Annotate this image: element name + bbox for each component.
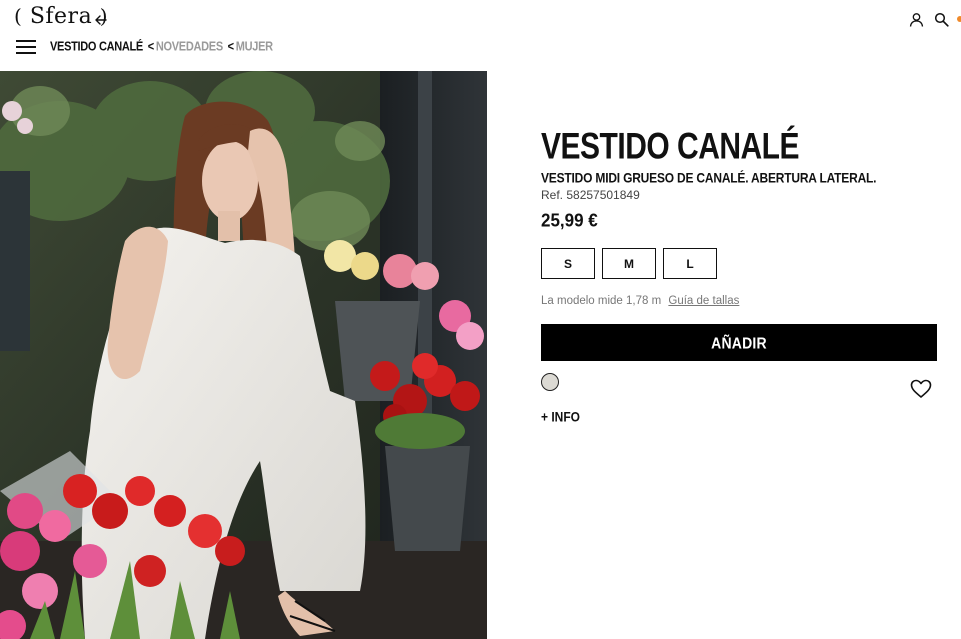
- model-height-note: La modelo mide 1,78 m: [541, 295, 662, 307]
- size-button-m[interactable]: M: [602, 248, 656, 279]
- menu-line: [16, 40, 36, 42]
- logo-text: Sfera: [29, 4, 93, 29]
- size-button-s[interactable]: S: [541, 248, 595, 279]
- product-title: VESTIDO CANALÉ: [541, 126, 800, 168]
- logo-paren-left: (: [14, 4, 23, 28]
- search-icon[interactable]: [934, 12, 949, 27]
- add-to-cart-label: AÑADIR: [711, 333, 767, 352]
- product-photo-illustration: [0, 71, 487, 639]
- model-info: La modelo mide 1,78 m Guía de tallas: [541, 295, 739, 307]
- back-arrow-icon[interactable]: [94, 13, 108, 27]
- size-selector: S M L: [541, 248, 717, 279]
- product-price: 25,99 €: [541, 210, 598, 231]
- breadcrumb-separator: <: [147, 40, 154, 54]
- site-header: ( Sfera ) VESTIDO CANALÉ < NOVEDADES < MUJ…: [0, 0, 961, 70]
- color-swatch[interactable]: [541, 373, 559, 391]
- user-icon[interactable]: [909, 12, 924, 27]
- size-guide-link[interactable]: Guía de tallas: [668, 295, 739, 307]
- menu-icon[interactable]: [16, 40, 36, 54]
- breadcrumb-link-mujer[interactable]: MUJER: [236, 40, 273, 54]
- menu-line: [16, 46, 36, 48]
- more-info-link[interactable]: + INFO: [541, 409, 580, 425]
- product-photo[interactable]: [0, 71, 487, 639]
- menu-line: [16, 52, 36, 54]
- breadcrumb-separator: <: [227, 40, 234, 54]
- size-button-l[interactable]: L: [663, 248, 717, 279]
- product-subtitle: VESTIDO MIDI GRUESO DE CANALÉ. ABERTURA …: [541, 170, 877, 187]
- product-reference: Ref. 58257501849: [541, 188, 640, 202]
- add-to-cart-button[interactable]: AÑADIR: [541, 324, 937, 361]
- breadcrumb: VESTIDO CANALÉ < NOVEDADES < MUJER: [50, 40, 273, 54]
- cart-badge-dot[interactable]: [957, 16, 961, 22]
- breadcrumb-current: VESTIDO CANALÉ: [50, 40, 143, 54]
- wishlist-heart-icon[interactable]: [910, 379, 932, 399]
- breadcrumb-link-novedades[interactable]: NOVEDADES: [156, 40, 223, 54]
